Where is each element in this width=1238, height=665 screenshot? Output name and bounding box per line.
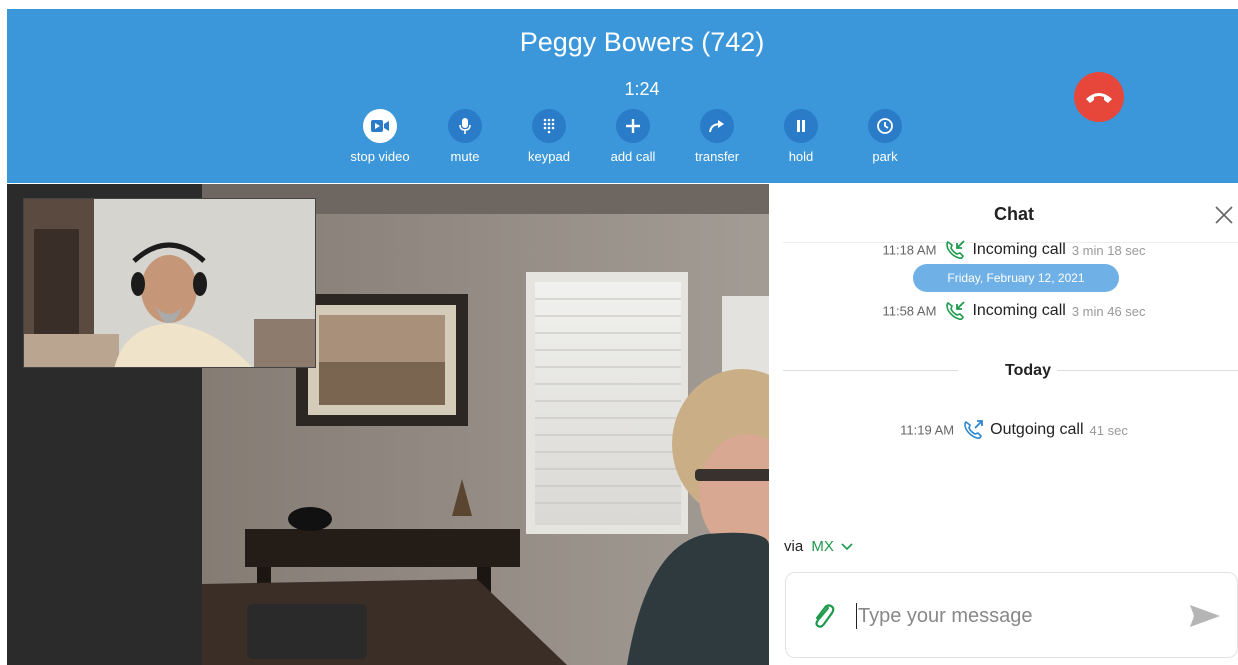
message-composer — [785, 572, 1238, 658]
pause-icon — [797, 120, 805, 132]
park-label: park — [872, 149, 898, 164]
day-separator: Today — [783, 359, 1238, 383]
chat-panel: Chat 11:18 AM Incoming call 3 min 18 sec… — [769, 184, 1238, 665]
call-time: 11:19 AM — [900, 422, 955, 438]
day-separator-label: Today — [1005, 362, 1051, 379]
stop-video-label: stop video — [350, 149, 410, 164]
park-button[interactable]: park — [845, 109, 925, 164]
incoming-call-icon — [946, 240, 966, 260]
call-kind: Incoming call — [972, 241, 1066, 258]
via-label: via — [784, 538, 804, 555]
keypad-button[interactable]: keypad — [509, 109, 589, 164]
call-header: Peggy Bowers (742) 1:24 stop video mute — [7, 9, 1238, 183]
call-duration: 3 min 18 sec — [1071, 242, 1146, 258]
outgoing-call-icon — [964, 420, 984, 440]
via-carrier[interactable]: MX — [811, 538, 834, 555]
incoming-call-icon — [946, 301, 966, 321]
paperclip-icon[interactable] — [810, 601, 836, 631]
mute-button[interactable]: mute — [425, 109, 505, 164]
call-duration: 3 min 46 sec — [1071, 303, 1146, 319]
send-icon[interactable] — [1188, 601, 1222, 631]
hold-label: hold — [788, 149, 814, 164]
call-history-item: 11:18 AM Incoming call 3 min 18 sec — [769, 239, 1238, 261]
date-pill: Friday, February 12, 2021 — [913, 264, 1119, 292]
keypad-label: keypad — [528, 149, 570, 164]
add-call-button[interactable]: add call — [593, 109, 673, 164]
video-camera-icon — [371, 120, 389, 132]
call-history-item: 11:19 AM Outgoing call 41 sec — [769, 419, 1238, 441]
via-selector[interactable]: via MX — [784, 538, 853, 555]
text-caret — [856, 603, 857, 629]
self-video-preview[interactable] — [23, 198, 316, 368]
stop-video-button[interactable]: stop video — [340, 109, 420, 164]
transfer-arrow-icon — [709, 120, 724, 133]
call-kind: Incoming call — [972, 302, 1066, 319]
microphone-icon — [459, 118, 471, 134]
chat-title: Chat — [994, 204, 1034, 224]
add-call-label: add call — [610, 149, 656, 164]
hold-button[interactable]: hold — [761, 109, 841, 164]
close-icon[interactable] — [1213, 204, 1235, 226]
keypad-icon — [543, 118, 555, 134]
hangup-button[interactable] — [1074, 72, 1124, 122]
clock-icon — [877, 118, 893, 134]
transfer-button[interactable]: transfer — [677, 109, 757, 164]
mute-label: mute — [450, 149, 480, 164]
chevron-down-icon[interactable] — [841, 543, 853, 551]
caller-name: Peggy Bowers (742) — [519, 27, 765, 57]
call-time: 11:18 AM — [882, 242, 937, 258]
plus-icon — [626, 119, 640, 133]
call-kind: Outgoing call — [990, 421, 1084, 438]
call-timer: 1:24 — [624, 79, 660, 99]
call-time: 11:58 AM — [882, 303, 937, 319]
self-video-frame — [24, 199, 315, 367]
call-history-item: 11:58 AM Incoming call 3 min 46 sec — [769, 300, 1238, 322]
hangup-phone-icon — [1086, 93, 1112, 103]
message-input[interactable] — [858, 600, 1158, 632]
transfer-label: transfer — [694, 149, 740, 164]
call-duration: 41 sec — [1089, 422, 1128, 438]
